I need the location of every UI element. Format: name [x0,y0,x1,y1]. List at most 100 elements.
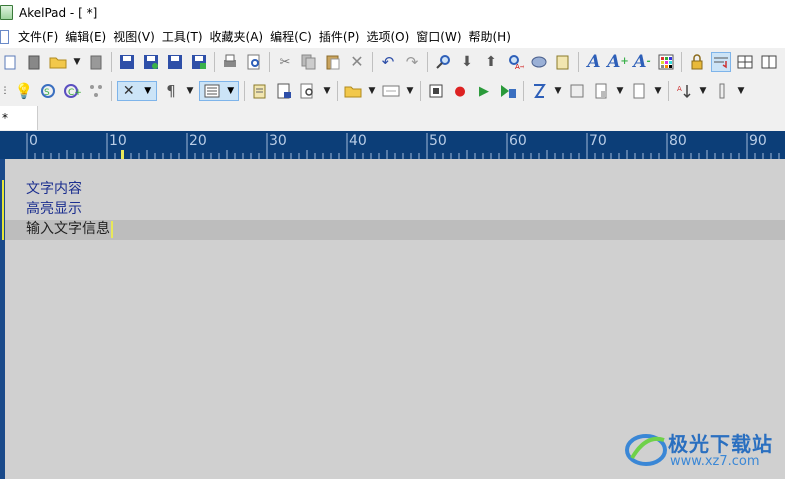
macro-stop-icon[interactable] [426,81,446,101]
menu-file[interactable]: 文件(F) [18,28,65,45]
new-file-icon[interactable] [0,52,20,72]
macro-play-icon[interactable]: ▶ [474,81,494,101]
blank-page-icon[interactable] [629,81,649,101]
save-as-icon[interactable] [141,52,161,72]
find-next-icon[interactable]: ⬇ [457,52,477,72]
hotkeys-icon[interactable] [86,81,106,101]
editor-line-2[interactable]: 高亮显示 [26,199,82,219]
svg-text:A: A [677,85,682,93]
copy-icon[interactable] [299,52,319,72]
color-palette-icon[interactable] [656,52,676,72]
svg-text:S: S [44,88,50,98]
print-icon[interactable] [220,52,240,72]
macro-play-all-icon[interactable] [498,81,518,101]
clipboard-icon[interactable] [553,52,573,72]
chevron-down-icon[interactable]: ▼ [736,81,746,101]
template-icon[interactable] [24,52,44,72]
delete-icon[interactable]: ✕ [347,52,367,72]
toolbar-separator [111,81,112,101]
chevron-down-icon[interactable]: ▼ [367,81,377,101]
text-caret [111,220,113,238]
ruler-label: 80 [669,133,687,149]
ruler-caret-marker [121,150,124,159]
menu-options[interactable]: 选项(O) [366,28,416,45]
log-window-icon[interactable] [381,81,401,101]
svg-text:A→B: A→B [515,63,524,70]
find-icon[interactable] [433,52,453,72]
font-icon[interactable]: A [584,52,604,72]
cut-icon[interactable]: ✂ [275,52,295,72]
editor-line-3[interactable]: 输入文字信息 [26,219,113,239]
explorer-icon[interactable] [343,81,363,101]
ruler-label: 0 [29,133,38,149]
ruler-label: 30 [269,133,287,149]
chevron-down-icon[interactable]: ▼ [653,81,663,101]
sort-icon[interactable]: A [674,81,694,101]
clipboard-list-icon[interactable] [250,81,270,101]
print-preview-icon[interactable] [244,52,264,72]
pilcrow-icon[interactable]: ¶ [161,81,181,101]
undo-icon[interactable]: ↶ [378,52,398,72]
coder-icon[interactable]: C+ [62,81,82,101]
menu-help[interactable]: 帮助(H) [469,28,518,45]
go-to-icon[interactable] [529,52,549,72]
font-decrease-icon[interactable]: A- [632,52,652,72]
chevron-down-icon[interactable]: ▼ [72,52,82,72]
search-doc-icon[interactable] [298,81,318,101]
menu-edit[interactable]: 编辑(E) [65,28,113,45]
ruler-label: 90 [749,133,767,149]
bulb-icon[interactable]: 💡 [14,81,34,101]
window-title: AkelPad - [ *] [19,5,98,20]
current-line-highlight [5,220,785,240]
tab-untitled[interactable]: * [0,106,38,130]
toolbar-separator [523,81,524,101]
format-icon[interactable] [529,81,549,101]
ruler-label: 60 [509,133,527,149]
menu-view[interactable]: 视图(V) [113,28,162,45]
find-previous-icon[interactable]: ⬆ [481,52,501,72]
ruler-label: 20 [189,133,207,149]
toolbar-separator [427,52,428,72]
ruler-ticks: 0 10 20 30 40 50 60 70 80 90 [26,133,780,159]
column-icon[interactable] [712,81,732,101]
chevron-down-icon[interactable]: ▼ [615,81,625,101]
page-icon[interactable] [591,81,611,101]
save-all-icon[interactable] [165,52,185,72]
read-only-lock-icon[interactable] [687,52,707,72]
macro-record-icon[interactable]: ● [450,81,470,101]
chevron-down-icon[interactable]: ▼ [698,81,708,101]
save-session-icon[interactable] [274,81,294,101]
split-vertical-icon[interactable] [759,52,779,72]
tab-label: * [2,111,8,125]
chevron-down-icon[interactable]: ▼ [185,81,195,101]
menu-favorites[interactable]: 收藏夹(A) [210,28,271,45]
paste-icon[interactable] [323,52,343,72]
save-icon[interactable] [117,52,137,72]
ruler-label: 50 [429,133,447,149]
chevron-down-icon[interactable]: ▼ [553,81,563,101]
save-copy-icon[interactable] [189,52,209,72]
editor-line-1[interactable]: 文字内容 [26,179,82,199]
split-window-icon[interactable] [735,52,755,72]
scripts-icon[interactable]: S [38,81,58,101]
font-increase-icon[interactable]: A + [607,52,629,72]
close-all-button[interactable]: ✕ ▼ [117,81,157,101]
ruler-label: 40 [349,133,367,149]
open-folder-icon[interactable] [48,52,68,72]
toolbar-separator [578,52,579,72]
menu-tools[interactable]: 工具(T) [162,28,210,45]
chevron-down-icon[interactable]: ▼ [322,81,332,101]
menu-window[interactable]: 窗口(W) [416,28,468,45]
column-ruler: 0 10 20 30 40 50 60 70 80 90 [0,131,785,159]
redo-icon[interactable]: ↷ [402,52,422,72]
replace-icon[interactable]: A→B [505,52,525,72]
reopen-icon[interactable] [86,52,106,72]
lines-icon[interactable] [567,81,587,101]
toolbar-separator [668,81,669,101]
plugin-toolbar: ⋮ 💡 S C+ ✕ ▼ ¶ ▼ ▼ ▼ ▼ ▼ ● ▶ ▼ ▼ ▼ A ▼ ▼ [0,77,785,105]
menu-coding[interactable]: 编程(C) [270,28,319,45]
word-wrap-icon[interactable] [711,52,731,72]
menu-plugins[interactable]: 插件(P) [319,28,367,45]
list-view-button[interactable]: ▼ [199,81,239,101]
chevron-down-icon[interactable]: ▼ [405,81,415,101]
